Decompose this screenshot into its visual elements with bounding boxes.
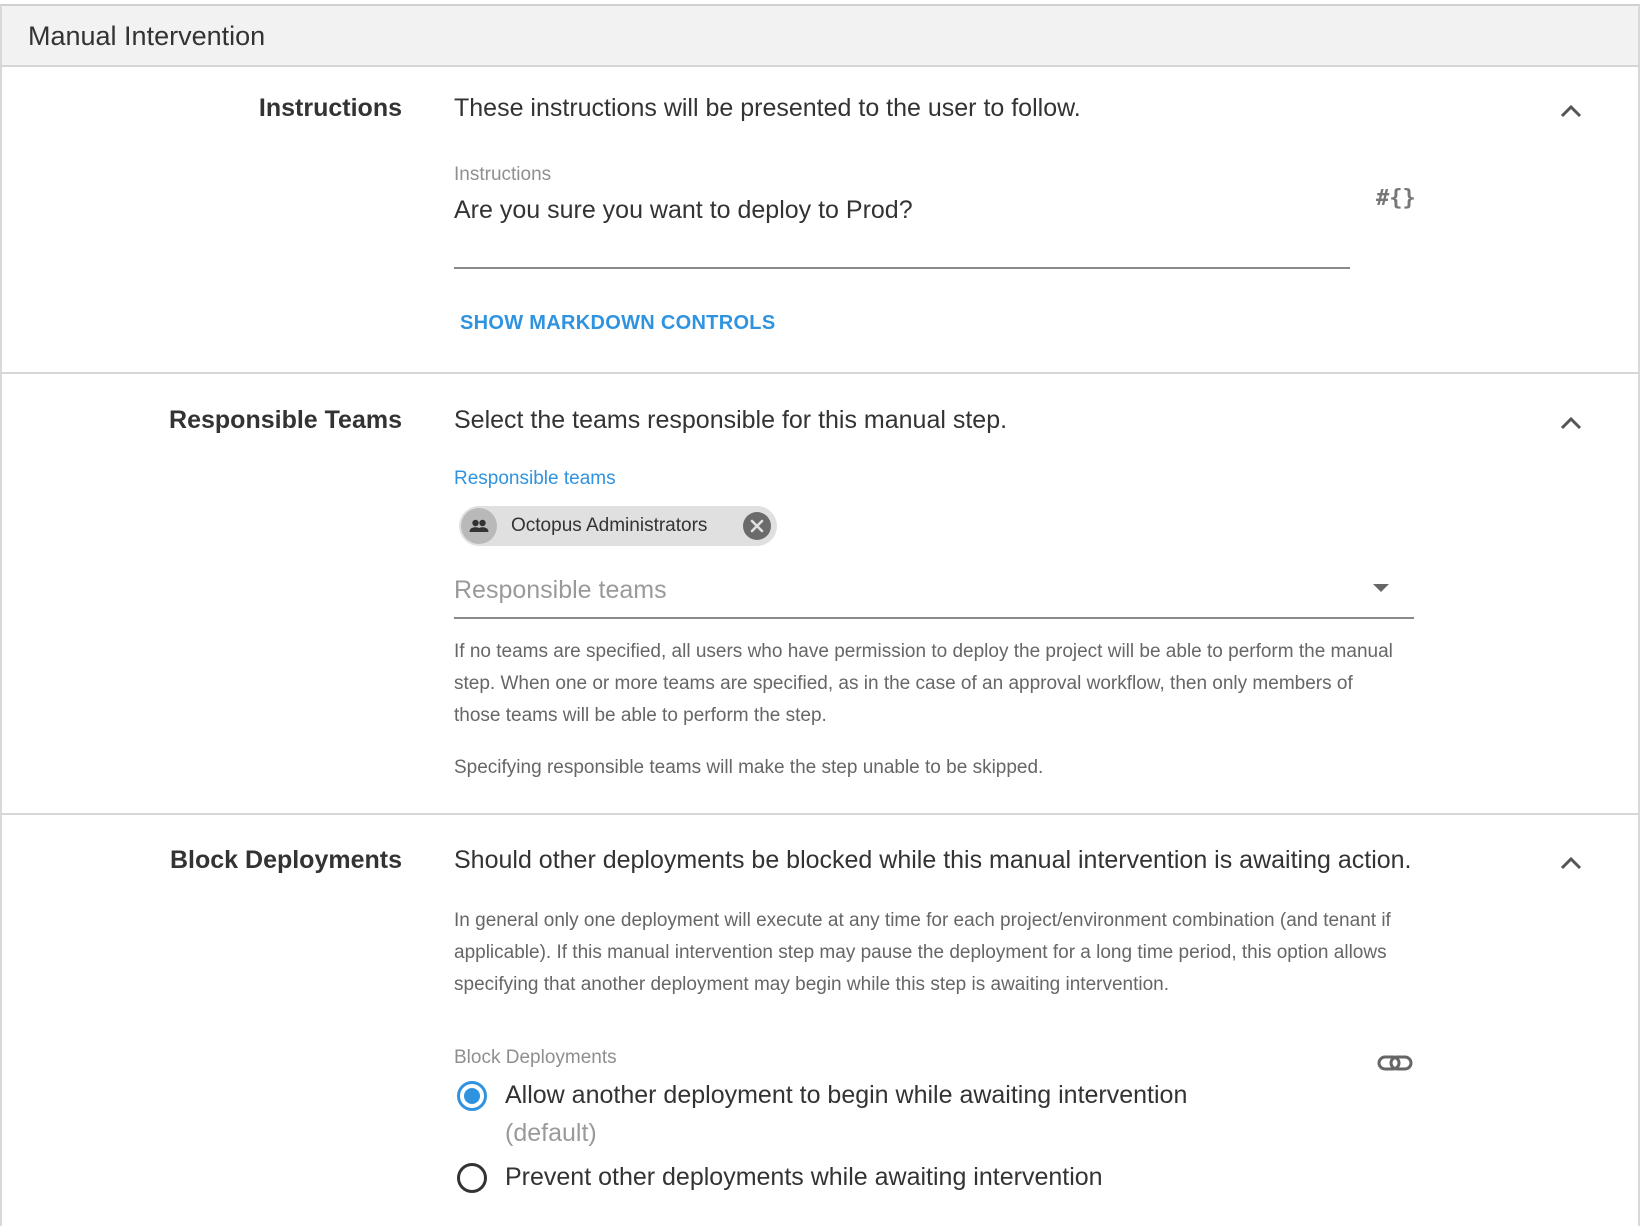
responsible-teams-collapse-chevron-up-icon[interactable] [1558, 415, 1584, 431]
team-chip-label: Octopus Administrators [511, 515, 708, 536]
block-deployments-help-text: In general only one deployment will exec… [454, 910, 1391, 995]
instructions-input[interactable]: Are you sure you want to deploy to Prod? [454, 196, 913, 225]
remove-team-close-icon[interactable] [743, 512, 771, 540]
panel-title: Manual Intervention [28, 21, 266, 51]
responsible-teams-section-label: Responsible Teams [169, 406, 402, 434]
instructions-section-label: Instructions [258, 94, 402, 122]
responsible-teams-skip-note: Specifying responsible teams will make t… [454, 757, 1044, 778]
instructions-field-caption: Instructions [454, 164, 552, 185]
radio-prevent-other-deployments-label[interactable]: Prevent other deployments while awaiting… [505, 1163, 1103, 1192]
block-deployments-section-label: Block Deployments [169, 846, 402, 874]
responsible-teams-help-text: If no teams are specified, all users who… [454, 641, 1393, 726]
manual-intervention-panel: Manual Intervention Instructions These i… [0, 4, 1640, 1226]
link-icon[interactable] [1377, 1054, 1413, 1077]
section-divider [2, 372, 1638, 374]
responsible-teams-select-underline [454, 617, 1414, 619]
responsible-teams-select[interactable]: Responsible teams [454, 562, 1414, 620]
team-chip: Octopus Administrators [459, 506, 777, 546]
team-icon [461, 508, 497, 544]
instructions-collapse-chevron-up-icon[interactable] [1558, 103, 1584, 119]
block-deployments-group-caption: Block Deployments [454, 1047, 617, 1068]
responsible-teams-select-placeholder: Responsible teams [454, 576, 667, 604]
dropdown-arrow-icon [1372, 580, 1390, 598]
responsible-teams-section-description: Select the teams responsible for this ma… [454, 406, 1008, 434]
block-deployments-section-description: Should other deployments be blocked whil… [454, 846, 1412, 874]
radio-allow-another-deployment[interactable] [456, 1080, 488, 1112]
show-markdown-controls-link[interactable]: SHOW MARKDOWN CONTROLS [460, 312, 775, 335]
instructions-input-underline [454, 267, 1350, 269]
panel-header: Manual Intervention [2, 6, 1638, 67]
block-deployments-collapse-chevron-up-icon[interactable] [1558, 855, 1584, 871]
instructions-section-description: These instructions will be presented to … [454, 94, 1081, 122]
section-divider [2, 813, 1638, 815]
responsible-teams-field-caption: Responsible teams [454, 468, 616, 489]
radio-prevent-other-deployments[interactable] [456, 1162, 488, 1194]
default-option-hint: (default) [505, 1119, 597, 1147]
insert-variable-icon[interactable]: #{} [1376, 186, 1416, 211]
radio-allow-another-deployment-label[interactable]: Allow another deployment to begin while … [505, 1081, 1187, 1110]
